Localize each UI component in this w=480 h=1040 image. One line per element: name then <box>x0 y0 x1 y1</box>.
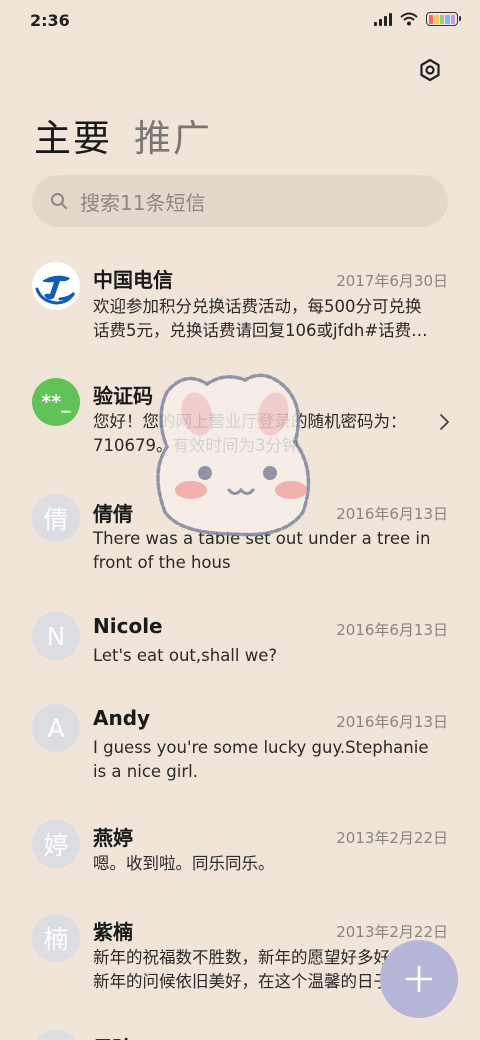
settings-button[interactable] <box>414 54 446 86</box>
search-placeholder: 搜索11条短信 <box>80 190 206 215</box>
message-preview: There was a table set out under a tree i… <box>93 527 445 575</box>
message-preview: I guess you're some lucky guy.Stephanie … <box>93 736 445 784</box>
message-date: 2016年6月13日 <box>336 621 448 639</box>
list-item[interactable]: 中国电信 2017年6月30日 欢迎参加积分兑换话费活动，每500分可兑换 话费… <box>0 248 480 358</box>
sender-name: 验证码 <box>93 384 153 408</box>
messages-screen: 2:36 主要 推广 搜索11条短信 中国电信 2017年6月30日 欢迎参加积… <box>0 0 480 1040</box>
message-preview: Let's eat out,shall we? <box>93 644 445 668</box>
sender-name: Andy <box>93 706 151 730</box>
list-item[interactable]: 子玲 <box>0 1024 480 1040</box>
status-icons <box>374 12 461 26</box>
battery-icon <box>426 12 461 26</box>
message-date: 2013年2月22日 <box>336 829 448 847</box>
message-preview-line: 话费5元，兑换话费请回复106或jfdh#话费… <box>93 321 428 340</box>
message-date: 2016年6月13日 <box>336 505 448 523</box>
avatar <box>32 1030 80 1040</box>
avatar: 婷 <box>32 820 80 868</box>
message-preview-line: 嗯。收到啦。同乐同乐。 <box>93 854 275 873</box>
sender-name: 倩倩 <box>93 502 133 526</box>
category-tabs: 主要 推广 <box>34 108 212 162</box>
message-preview-line: is a nice girl. <box>93 762 198 781</box>
chevron-right-icon[interactable] <box>438 413 450 431</box>
message-date: 2013年2月22日 <box>336 923 448 941</box>
settings-icon <box>420 58 440 82</box>
list-item[interactable]: 婷 燕婷 2013年2月22日 嗯。收到啦。同乐同乐。 <box>0 810 480 900</box>
sender-name: 子玲 <box>93 1032 133 1040</box>
list-item[interactable]: 倩 倩倩 2016年6月13日 There was a table set ou… <box>0 484 480 594</box>
message-preview-line: Let's eat out,shall we? <box>93 646 278 665</box>
sender-name: Nicole <box>93 614 163 638</box>
status-bar: 2:36 <box>0 0 480 42</box>
wifi-icon <box>400 12 418 26</box>
list-item[interactable]: N Nicole 2016年6月13日 Let's eat out,shall … <box>0 600 480 690</box>
avatar: A <box>32 704 80 752</box>
avatar: 倩 <box>32 494 80 542</box>
search-icon <box>51 193 67 209</box>
message-preview-line: front of the hous <box>93 553 231 572</box>
tab-primary[interactable]: 主要 <box>34 108 112 162</box>
list-item[interactable]: **_ 验证码 您好！您的网上营业厅登录的随机密码为： 710679。有效时间为… <box>0 366 480 476</box>
avatar: 楠 <box>32 914 80 962</box>
compose-button[interactable] <box>380 940 458 1018</box>
sender-name: 中国电信 <box>93 268 173 292</box>
plus-icon <box>405 965 433 993</box>
message-date: 2017年6月30日 <box>336 272 448 290</box>
avatar: **_ <box>32 378 80 426</box>
sender-name: 紫楠 <box>93 920 133 944</box>
message-preview-line: I guess you're some lucky guy.Stephanie <box>93 738 429 757</box>
list-item[interactable]: A Andy 2016年6月13日 I guess you're some lu… <box>0 694 480 804</box>
sender-name: 燕婷 <box>93 826 133 850</box>
message-preview: 欢迎参加积分兑换话费活动，每500分可兑换 话费5元，兑换话费请回复106或jf… <box>93 295 445 343</box>
message-preview-line: 710679。有效时间为3分钟 <box>93 436 299 455</box>
signal-icon <box>374 12 392 26</box>
message-preview-line: There was a table set out under a tree i… <box>93 529 431 548</box>
message-preview: 嗯。收到啦。同乐同乐。 <box>93 852 445 876</box>
search-bar[interactable]: 搜索11条短信 <box>32 175 448 227</box>
status-time: 2:36 <box>30 11 70 30</box>
message-preview-line: 欢迎参加积分兑换话费活动，每500分可兑换 <box>93 297 422 316</box>
message-date: 2016年6月13日 <box>336 713 448 731</box>
tab-promotions[interactable]: 推广 <box>134 108 212 162</box>
avatar: N <box>32 612 80 660</box>
message-preview: 您好！您的网上营业厅登录的随机密码为： 710679。有效时间为3分钟 <box>93 410 433 458</box>
china-telecom-logo-icon <box>32 262 80 310</box>
message-preview-line: 您好！您的网上营业厅登录的随机密码为： <box>93 412 407 431</box>
